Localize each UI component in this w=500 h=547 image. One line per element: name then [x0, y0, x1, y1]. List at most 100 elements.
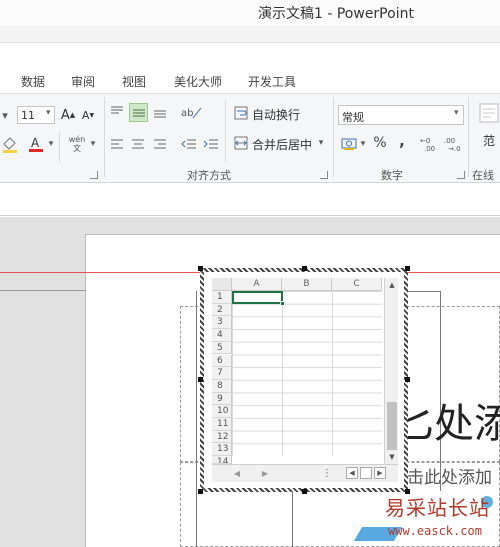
fill-handle[interactable]	[280, 301, 285, 306]
row-header-3[interactable]: 3	[212, 316, 232, 330]
tab-view[interactable]: 视图	[122, 73, 146, 90]
column-header-c[interactable]: C	[332, 278, 382, 291]
window-title: 演示文稿1 - PowerPoint	[258, 6, 414, 22]
row-header-14[interactable]: 14	[212, 456, 232, 465]
svg-text:→.0: →.0	[448, 145, 461, 153]
select-all-corner[interactable]	[212, 278, 232, 291]
merge-center-label[interactable]: 合并后居中	[252, 136, 312, 153]
align-center-icon[interactable]	[129, 135, 147, 153]
orientation-icon[interactable]: ab	[180, 103, 206, 121]
ribbon-separator	[333, 97, 334, 177]
row-header-11[interactable]: 11	[212, 418, 232, 431]
phonetic-guide-button[interactable]: wén 文	[66, 132, 88, 156]
worksheet-body[interactable]: A B C 1 2 3 4 5 6 7 8 9 10 11 12 13 14 ▲…	[204, 272, 404, 488]
tab-scroll-right-icon[interactable]: ▶	[260, 467, 270, 479]
phonetic-dropdown-icon[interactable]: ▾	[88, 135, 98, 153]
font-color-dropdown-icon[interactable]: ▾	[46, 135, 56, 153]
styles-partial-label[interactable]: 范	[483, 132, 495, 149]
comma-style-button[interactable]: ,	[396, 132, 408, 150]
frame-line	[292, 492, 293, 547]
increase-decimal-icon[interactable]: ←0.00	[420, 134, 440, 154]
row-header-4[interactable]: 4	[212, 329, 232, 342]
resize-handle-left[interactable]	[198, 377, 203, 382]
column-header-a[interactable]: A	[232, 278, 282, 291]
scroll-up-icon[interactable]: ▲	[387, 280, 397, 290]
resize-handle-right[interactable]	[405, 377, 410, 382]
chevron-down-icon: ▾	[46, 108, 51, 118]
tab-developer-tools[interactable]: 开发工具	[248, 73, 296, 90]
tab-scroll-left-icon[interactable]: ◀	[232, 467, 242, 479]
font-group-launcher-icon[interactable]	[90, 171, 98, 179]
merge-center-dropdown-icon[interactable]: ▾	[316, 135, 326, 151]
resize-handle-top[interactable]	[302, 266, 307, 271]
hscroll-right-icon[interactable]: ▶	[374, 467, 386, 479]
watermark-url: www.easck.com	[388, 524, 482, 538]
row-header-5[interactable]: 5	[212, 341, 232, 355]
font-color-icon[interactable]: A	[26, 135, 46, 153]
sheet-tab-bar: ◀ ▶ ⋮ ◀ ▶	[212, 464, 398, 482]
wrap-text-icon[interactable]	[233, 105, 249, 121]
tab-review[interactable]: 审阅	[71, 73, 95, 90]
alignment-group-launcher-icon[interactable]	[320, 171, 328, 179]
tab-data[interactable]: 数据	[21, 73, 45, 90]
ribbon-separator	[468, 97, 469, 177]
row-header-9[interactable]: 9	[212, 392, 232, 406]
watermark-text: 易采站长站	[385, 496, 490, 520]
chevron-down-icon: ▾	[454, 108, 459, 118]
percent-style-button[interactable]: %	[372, 134, 388, 152]
ribbon-separator	[59, 132, 60, 162]
accounting-format-icon[interactable]	[340, 135, 358, 153]
hscroll-thumb[interactable]	[360, 467, 372, 479]
embedded-worksheet[interactable]: A B C 1 2 3 4 5 6 7 8 9 10 11 12 13 14 ▲…	[200, 268, 408, 492]
resize-handle-bottom[interactable]	[302, 489, 307, 494]
tab-split-handle-icon[interactable]: ⋮	[322, 466, 332, 480]
phonetic-guide-label: wén 文	[68, 135, 86, 153]
highlight-color-icon[interactable]	[0, 135, 20, 153]
font-color-bar	[29, 149, 43, 152]
font-size-box[interactable]: 11 ▾	[17, 106, 55, 124]
row-header-1[interactable]: 1	[212, 291, 232, 304]
align-right-icon[interactable]	[151, 135, 169, 153]
resize-handle-top-right[interactable]	[405, 266, 410, 271]
online-group-label: 在线	[472, 169, 494, 182]
cell-grid[interactable]	[232, 291, 382, 456]
number-group-launcher-icon[interactable]	[457, 171, 465, 179]
grow-font-icon[interactable]: A ▲	[60, 106, 76, 124]
frame-line	[196, 291, 197, 547]
merge-center-icon[interactable]	[233, 135, 249, 151]
shrink-font-icon[interactable]: A ▼	[80, 106, 96, 124]
row-header-7[interactable]: 7	[212, 367, 232, 380]
row-header-10[interactable]: 10	[212, 405, 232, 418]
styles-gallery-icon[interactable]	[478, 102, 500, 124]
slide-subtitle-text[interactable]: 击此处添加	[407, 463, 492, 488]
align-middle-icon[interactable]	[129, 103, 148, 122]
row-header-13[interactable]: 13	[212, 443, 232, 457]
decrease-decimal-icon[interactable]: .00 →.0	[444, 134, 464, 154]
active-cell[interactable]	[232, 291, 283, 304]
decrease-indent-icon[interactable]	[180, 135, 198, 153]
tab-beautify-master[interactable]: 美化大师	[174, 73, 222, 90]
row-header-12[interactable]: 12	[212, 430, 232, 444]
column-header-b[interactable]: B	[282, 278, 332, 291]
font-name-dropdown-arrow-icon[interactable]: ▾	[0, 107, 10, 123]
align-top-icon[interactable]	[108, 103, 126, 121]
ribbon-tabs: 数据 审阅 视图 美化大师 开发工具	[0, 43, 500, 93]
slide-title-text[interactable]: 匕处添	[394, 391, 500, 449]
row-header-8[interactable]: 8	[212, 379, 232, 393]
accounting-dropdown-icon[interactable]: ▾	[358, 135, 368, 153]
number-format-select[interactable]: 常规 ▾	[338, 105, 464, 125]
increase-indent-icon[interactable]	[202, 135, 220, 153]
scroll-thumb[interactable]	[387, 402, 397, 450]
quick-access-strip	[0, 26, 500, 43]
resize-handle-top-left[interactable]	[198, 266, 203, 271]
align-left-icon[interactable]	[108, 135, 126, 153]
row-header-6[interactable]: 6	[212, 354, 232, 368]
row-header-2[interactable]: 2	[212, 303, 232, 317]
ruler-line	[0, 290, 86, 291]
vertical-scrollbar[interactable]: ▲ ▼	[384, 278, 398, 464]
scroll-down-icon[interactable]: ▼	[387, 452, 397, 462]
resize-handle-bottom-left[interactable]	[198, 489, 203, 494]
hscroll-left-icon[interactable]: ◀	[346, 467, 358, 479]
align-bottom-icon[interactable]	[151, 103, 169, 121]
wrap-text-label[interactable]: 自动换行	[252, 106, 300, 123]
